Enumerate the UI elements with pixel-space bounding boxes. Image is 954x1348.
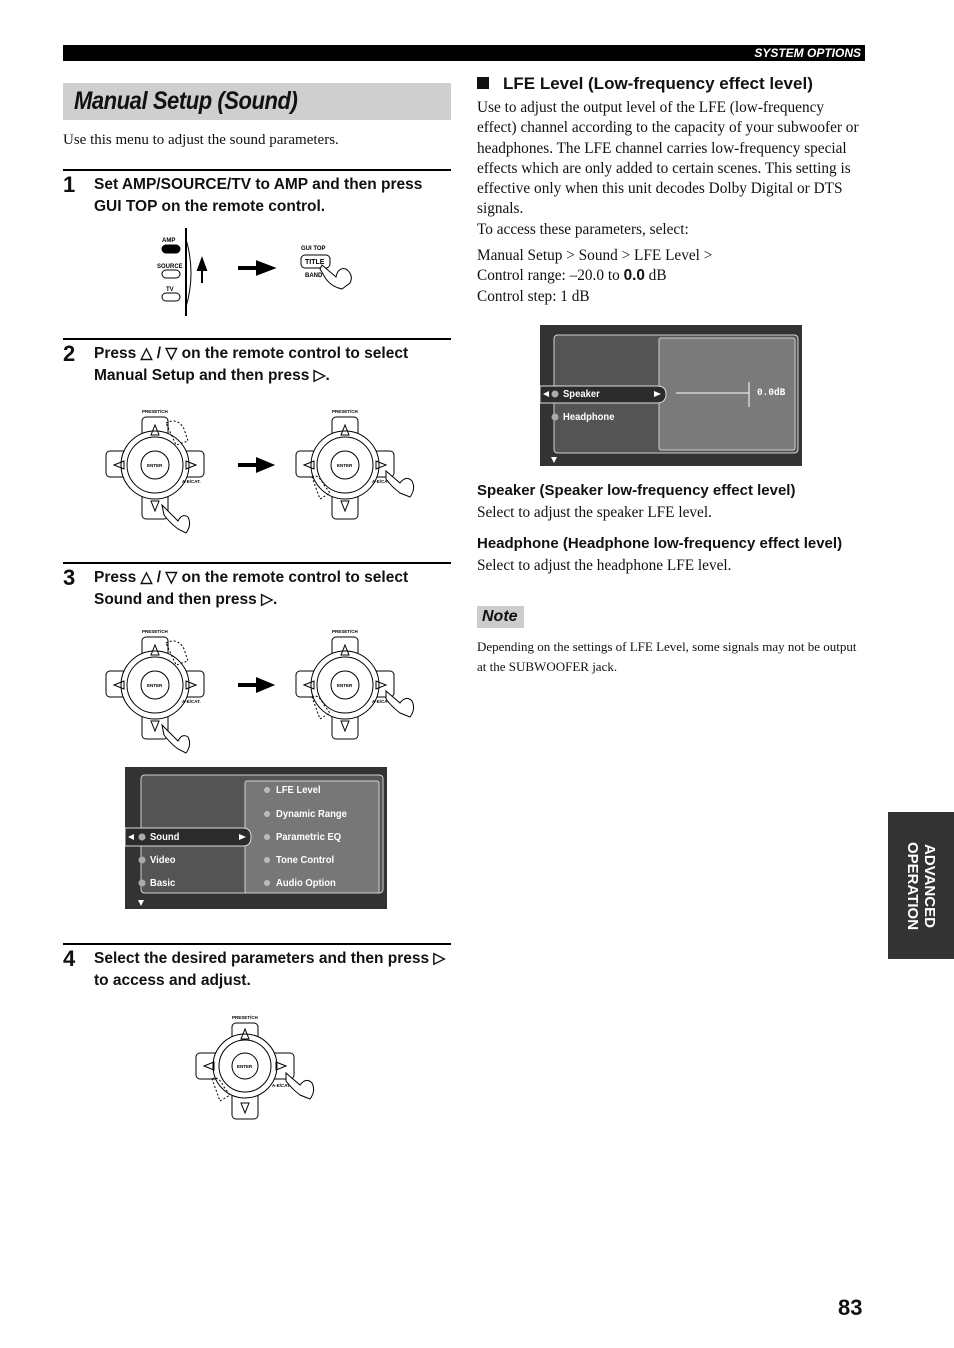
section-label: SYSTEM OPTIONS [754, 46, 861, 60]
osd-item-dynamic-range: Dynamic Range [276, 808, 347, 820]
down-arrow-icon [138, 900, 144, 906]
amp-label: AMP [162, 238, 175, 244]
osd-item-lfe-level: LFE Level [276, 784, 321, 796]
svg-text:ENTER: ENTER [147, 463, 163, 468]
default-value: 0.0 [623, 267, 645, 285]
parameter-list: Speaker (Speaker low-frequency effect le… [477, 480, 867, 577]
lfe-control-step: Control step: 1 dB [477, 287, 590, 305]
band-label: BAND [305, 273, 323, 279]
gui-top-label: GUI TOP [301, 246, 326, 252]
osd-item-parametric-eq: Parametric EQ [276, 831, 342, 843]
side-tab-label: ADVANCED OPERATION [904, 841, 938, 930]
tv-switch-icon [161, 292, 181, 302]
svg-text:PRESET/CH: PRESET/CH [142, 629, 168, 634]
note-label: Note [482, 608, 518, 625]
osd-lfe-value: 0.0dB [757, 387, 786, 399]
remote-dpad-diagram-step4: PRESET/CH ENTER A-E/CAT. [190, 1009, 330, 1124]
selected-row-highlight [540, 385, 667, 404]
svg-text:PRESET/CH: PRESET/CH [232, 1015, 258, 1020]
osd-item-tone-control: Tone Control [276, 854, 335, 866]
step-text: Press △ / ▽ on the remote control to sel… [94, 569, 409, 608]
right-arrow-icon [238, 677, 276, 693]
osd-item-audio-option: Audio Option [276, 877, 336, 889]
dpad-icon: PRESET/CH ENTER A-E/CAT. [195, 1015, 315, 1120]
step-text: Press △ / ▽ on the remote control to sel… [94, 345, 409, 384]
headphone-description: Select to adjust the headphone LFE level… [477, 557, 732, 575]
svg-text:PRESET/CH: PRESET/CH [142, 409, 168, 414]
source-switch-icon [161, 269, 181, 279]
osd-item-speaker: Speaker [563, 388, 600, 400]
title-box: Manual Setup (Sound) [63, 83, 451, 120]
remote-dpad-diagram-step3: PRESET/CH ENTER A-E/CAT. PRESET/CH ENTER… [100, 623, 430, 758]
svg-text:A-E/CAT.: A-E/CAT. [182, 699, 201, 704]
bullet-icon [551, 390, 559, 398]
header-bar: SYSTEM OPTIONS [63, 45, 865, 61]
page-number: 83 [838, 1295, 863, 1320]
step-divider [63, 943, 451, 945]
note-text: Depending on the settings of LFE Level, … [477, 639, 857, 675]
osd-item-sound: Sound [150, 831, 180, 843]
lfe-menu-path: Manual Setup > Sound > LFE Level > [477, 247, 713, 265]
dpad-right-icon: PRESET/CH ENTER A-E/CAT. [295, 409, 415, 520]
step-number: 1 [63, 172, 76, 197]
osd-sound-menu: Sound Video Basic LFE Level Dynamic Rang… [125, 767, 387, 909]
bullet-icon [138, 833, 146, 841]
step-number: 4 [63, 946, 76, 971]
svg-text:ENTER: ENTER [337, 683, 353, 688]
step-divider [63, 562, 451, 564]
svg-text:PRESET/CH: PRESET/CH [332, 409, 358, 414]
svg-text:A-E/CAT.: A-E/CAT. [182, 479, 201, 484]
lfe-description: Use to adjust the output level of the LF… [477, 99, 859, 218]
up-arrow-icon [196, 256, 208, 283]
svg-text:ENTER: ENTER [237, 1064, 253, 1069]
tv-label: TV [166, 287, 174, 293]
lfe-section: LFE Level (Low-frequency effect level) U… [477, 73, 867, 307]
osd-item-headphone: Headphone [563, 411, 615, 423]
speaker-heading: Speaker (Speaker low-frequency effect le… [477, 482, 796, 499]
svg-text:ENTER: ENTER [147, 683, 163, 688]
step-divider [63, 169, 451, 171]
svg-text:PRESET/CH: PRESET/CH [332, 629, 358, 634]
step-text: Set AMP/SOURCE/TV to AMP and then press … [94, 176, 423, 215]
osd-item-basic: Basic [150, 877, 176, 889]
square-bullet-icon [477, 77, 489, 89]
speaker-description: Select to adjust the speaker LFE level. [477, 504, 712, 521]
step-number: 2 [63, 341, 76, 366]
right-arrow-icon [238, 457, 276, 473]
step-number: 3 [63, 565, 76, 590]
lfe-access-line: To access these parameters, select: [477, 220, 689, 238]
dpad-right-icon: PRESET/CH ENTER A-E/CAT. [295, 629, 415, 740]
remote-dpad-diagram-step2: PRESET/CH ENTER A-E/CAT. PRESET/CH ENTER… [100, 403, 430, 538]
lfe-heading: LFE Level (Low-frequency effect level) [477, 73, 867, 95]
headphone-heading: Headphone (Headphone low-frequency effec… [477, 535, 843, 553]
hand-pointer-icon [319, 264, 352, 290]
svg-text:ENTER: ENTER [337, 463, 353, 468]
note-badge: Note [477, 606, 524, 628]
page-title: Manual Setup (Sound) [74, 87, 298, 115]
side-tab: ADVANCED OPERATION [888, 812, 954, 959]
step-text: Select the desired parameters and then p… [94, 950, 446, 989]
step-divider [63, 338, 451, 340]
osd-lfe-screen: Speaker Headphone 0.0dB [540, 325, 802, 466]
down-arrow-icon [551, 457, 557, 463]
amp-switch-icon [161, 244, 181, 254]
dpad-left-icon: PRESET/CH ENTER A-E/CAT. [105, 629, 205, 754]
source-label: SOURCE [157, 264, 183, 270]
right-arrow-icon [238, 260, 277, 276]
remote-gui-top-diagram: AMP SOURCE TV GUI TOP TITLE BAND [150, 225, 370, 320]
intro-text: Use this menu to adjust the sound parame… [63, 132, 339, 148]
dpad-left-icon: PRESET/CH ENTER A-E/CAT. [105, 409, 205, 534]
osd-item-video: Video [150, 854, 176, 866]
lfe-control-range: Control range: –20.0 to 0.0 dB [477, 267, 667, 285]
